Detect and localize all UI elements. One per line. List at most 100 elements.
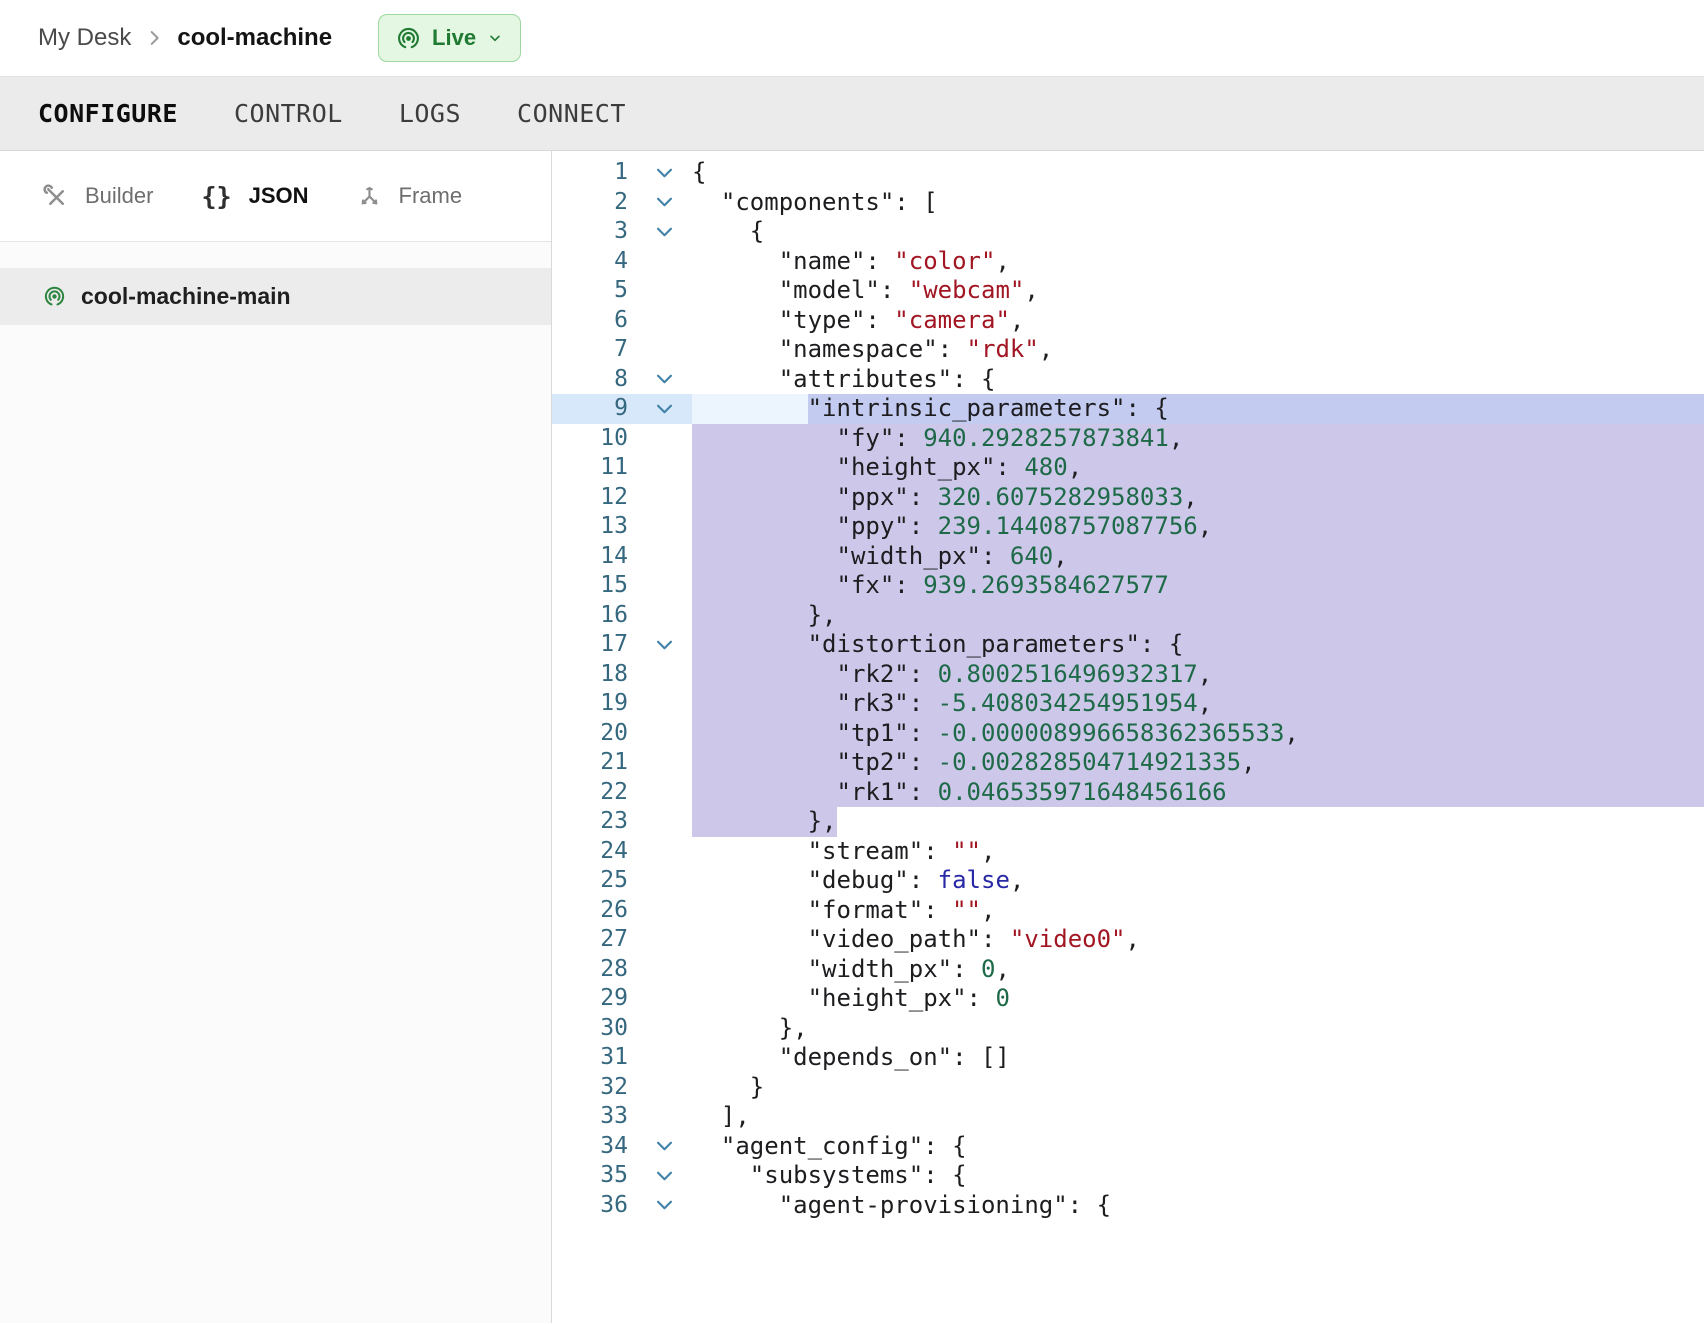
code-line[interactable]: 17 "distortion_parameters": { bbox=[552, 630, 1704, 660]
line-number[interactable]: 3 bbox=[552, 217, 636, 247]
line-number[interactable]: 15 bbox=[552, 571, 636, 601]
line-number[interactable]: 33 bbox=[552, 1102, 636, 1132]
line-number[interactable]: 25 bbox=[552, 866, 636, 896]
fold-chevron-icon[interactable] bbox=[636, 1191, 692, 1221]
code-text[interactable]: "fx": 939.2693584627577 bbox=[692, 571, 1704, 601]
code-line[interactable]: 4 "name": "color", bbox=[552, 247, 1704, 277]
line-number[interactable]: 20 bbox=[552, 719, 636, 749]
code-line[interactable]: 26 "format": "", bbox=[552, 896, 1704, 926]
code-line[interactable]: 19 "rk3": -5.408034254951954, bbox=[552, 689, 1704, 719]
code-line[interactable]: 36 "agent-provisioning": { bbox=[552, 1191, 1704, 1221]
code-line[interactable]: 14 "width_px": 640, bbox=[552, 542, 1704, 572]
line-number[interactable]: 30 bbox=[552, 1014, 636, 1044]
code-text[interactable]: "agent_config": { bbox=[692, 1132, 1704, 1162]
code-line[interactable]: 5 "model": "webcam", bbox=[552, 276, 1704, 306]
fold-chevron-icon[interactable] bbox=[636, 1132, 692, 1162]
code-text[interactable]: "width_px": 640, bbox=[692, 542, 1704, 572]
mode-json[interactable]: {} JSON bbox=[201, 182, 308, 211]
code-line[interactable]: 1{ bbox=[552, 158, 1704, 188]
code-line[interactable]: 21 "tp2": -0.002828504714921335, bbox=[552, 748, 1704, 778]
code-line[interactable]: 8 "attributes": { bbox=[552, 365, 1704, 395]
code-line[interactable]: 33 ], bbox=[552, 1102, 1704, 1132]
code-text[interactable]: "depends_on": [] bbox=[692, 1043, 1704, 1073]
code-line[interactable]: 24 "stream": "", bbox=[552, 837, 1704, 867]
line-number[interactable]: 2 bbox=[552, 188, 636, 218]
code-text[interactable]: "width_px": 0, bbox=[692, 955, 1704, 985]
code-text[interactable]: "fy": 940.2928257873841, bbox=[692, 424, 1704, 454]
code-line[interactable]: 2 "components": [ bbox=[552, 188, 1704, 218]
line-number[interactable]: 24 bbox=[552, 837, 636, 867]
code-line[interactable]: 18 "rk2": 0.8002516496932317, bbox=[552, 660, 1704, 690]
line-number[interactable]: 31 bbox=[552, 1043, 636, 1073]
code-text[interactable]: "namespace": "rdk", bbox=[692, 335, 1704, 365]
code-text[interactable]: }, bbox=[692, 1014, 1704, 1044]
code-line[interactable]: 6 "type": "camera", bbox=[552, 306, 1704, 336]
line-number[interactable]: 5 bbox=[552, 276, 636, 306]
code-text[interactable]: { bbox=[692, 217, 1704, 247]
code-text[interactable]: "height_px": 480, bbox=[692, 453, 1704, 483]
fold-chevron-icon[interactable] bbox=[636, 188, 692, 218]
mode-builder[interactable]: Builder bbox=[43, 183, 153, 209]
code-line[interactable]: 15 "fx": 939.2693584627577 bbox=[552, 571, 1704, 601]
code-text[interactable]: { bbox=[692, 158, 1704, 188]
machine-status-dropdown[interactable]: Live bbox=[378, 14, 521, 62]
line-number[interactable]: 36 bbox=[552, 1191, 636, 1221]
code-line[interactable]: 3 { bbox=[552, 217, 1704, 247]
code-line[interactable]: 11 "height_px": 480, bbox=[552, 453, 1704, 483]
code-text[interactable]: "subsystems": { bbox=[692, 1161, 1704, 1191]
json-editor[interactable]: 1{2 "components": [3 {4 "name": "color",… bbox=[552, 151, 1704, 1323]
code-text[interactable]: "components": [ bbox=[692, 188, 1704, 218]
line-number[interactable]: 29 bbox=[552, 984, 636, 1014]
line-number[interactable]: 8 bbox=[552, 365, 636, 395]
line-number[interactable]: 19 bbox=[552, 689, 636, 719]
fold-chevron-icon[interactable] bbox=[636, 394, 692, 424]
code-text[interactable]: "distortion_parameters": { bbox=[692, 630, 1704, 660]
code-line[interactable]: 16 }, bbox=[552, 601, 1704, 631]
line-number[interactable]: 13 bbox=[552, 512, 636, 542]
code-line[interactable]: 30 }, bbox=[552, 1014, 1704, 1044]
line-number[interactable]: 12 bbox=[552, 483, 636, 513]
line-number[interactable]: 16 bbox=[552, 601, 636, 631]
line-number[interactable]: 26 bbox=[552, 896, 636, 926]
code-text[interactable]: ], bbox=[692, 1102, 1704, 1132]
code-text[interactable]: }, bbox=[692, 807, 1704, 837]
tab-control[interactable]: CONTROL bbox=[234, 99, 343, 128]
line-number[interactable]: 27 bbox=[552, 925, 636, 955]
breadcrumb-root-link[interactable]: My Desk bbox=[38, 24, 131, 52]
code-text[interactable]: "tp2": -0.002828504714921335, bbox=[692, 748, 1704, 778]
line-number[interactable]: 34 bbox=[552, 1132, 636, 1162]
code-line[interactable]: 20 "tp1": -0.000008996658362365533, bbox=[552, 719, 1704, 749]
code-line[interactable]: 25 "debug": false, bbox=[552, 866, 1704, 896]
code-line[interactable]: 10 "fy": 940.2928257873841, bbox=[552, 424, 1704, 454]
tab-logs[interactable]: LOGS bbox=[399, 99, 461, 128]
line-number[interactable]: 17 bbox=[552, 630, 636, 660]
code-line[interactable]: 12 "ppx": 320.6075282958033, bbox=[552, 483, 1704, 513]
fold-chevron-icon[interactable] bbox=[636, 365, 692, 395]
code-line[interactable]: 27 "video_path": "video0", bbox=[552, 925, 1704, 955]
line-number[interactable]: 35 bbox=[552, 1161, 636, 1191]
code-text[interactable]: "model": "webcam", bbox=[692, 276, 1704, 306]
code-text[interactable]: "intrinsic_parameters": { bbox=[692, 394, 1704, 424]
code-text[interactable]: "rk1": 0.046535971648456166 bbox=[692, 778, 1704, 808]
line-number[interactable]: 28 bbox=[552, 955, 636, 985]
code-text[interactable]: "rk2": 0.8002516496932317, bbox=[692, 660, 1704, 690]
line-number[interactable]: 32 bbox=[552, 1073, 636, 1103]
part-row-cool-machine-main[interactable]: cool-machine-main bbox=[0, 268, 551, 325]
line-number[interactable]: 14 bbox=[552, 542, 636, 572]
fold-chevron-icon[interactable] bbox=[636, 630, 692, 660]
code-text[interactable]: "height_px": 0 bbox=[692, 984, 1704, 1014]
code-line[interactable]: 29 "height_px": 0 bbox=[552, 984, 1704, 1014]
code-line[interactable]: 32 } bbox=[552, 1073, 1704, 1103]
fold-chevron-icon[interactable] bbox=[636, 158, 692, 188]
code-line[interactable]: 13 "ppy": 239.14408757087756, bbox=[552, 512, 1704, 542]
line-number[interactable]: 10 bbox=[552, 424, 636, 454]
code-text[interactable]: "ppy": 239.14408757087756, bbox=[692, 512, 1704, 542]
code-text[interactable]: } bbox=[692, 1073, 1704, 1103]
code-text[interactable]: "rk3": -5.408034254951954, bbox=[692, 689, 1704, 719]
line-number[interactable]: 6 bbox=[552, 306, 636, 336]
line-number[interactable]: 18 bbox=[552, 660, 636, 690]
code-text[interactable]: "ppx": 320.6075282958033, bbox=[692, 483, 1704, 513]
line-number[interactable]: 4 bbox=[552, 247, 636, 277]
code-text[interactable]: "agent-provisioning": { bbox=[692, 1191, 1704, 1221]
code-text[interactable]: "stream": "", bbox=[692, 837, 1704, 867]
